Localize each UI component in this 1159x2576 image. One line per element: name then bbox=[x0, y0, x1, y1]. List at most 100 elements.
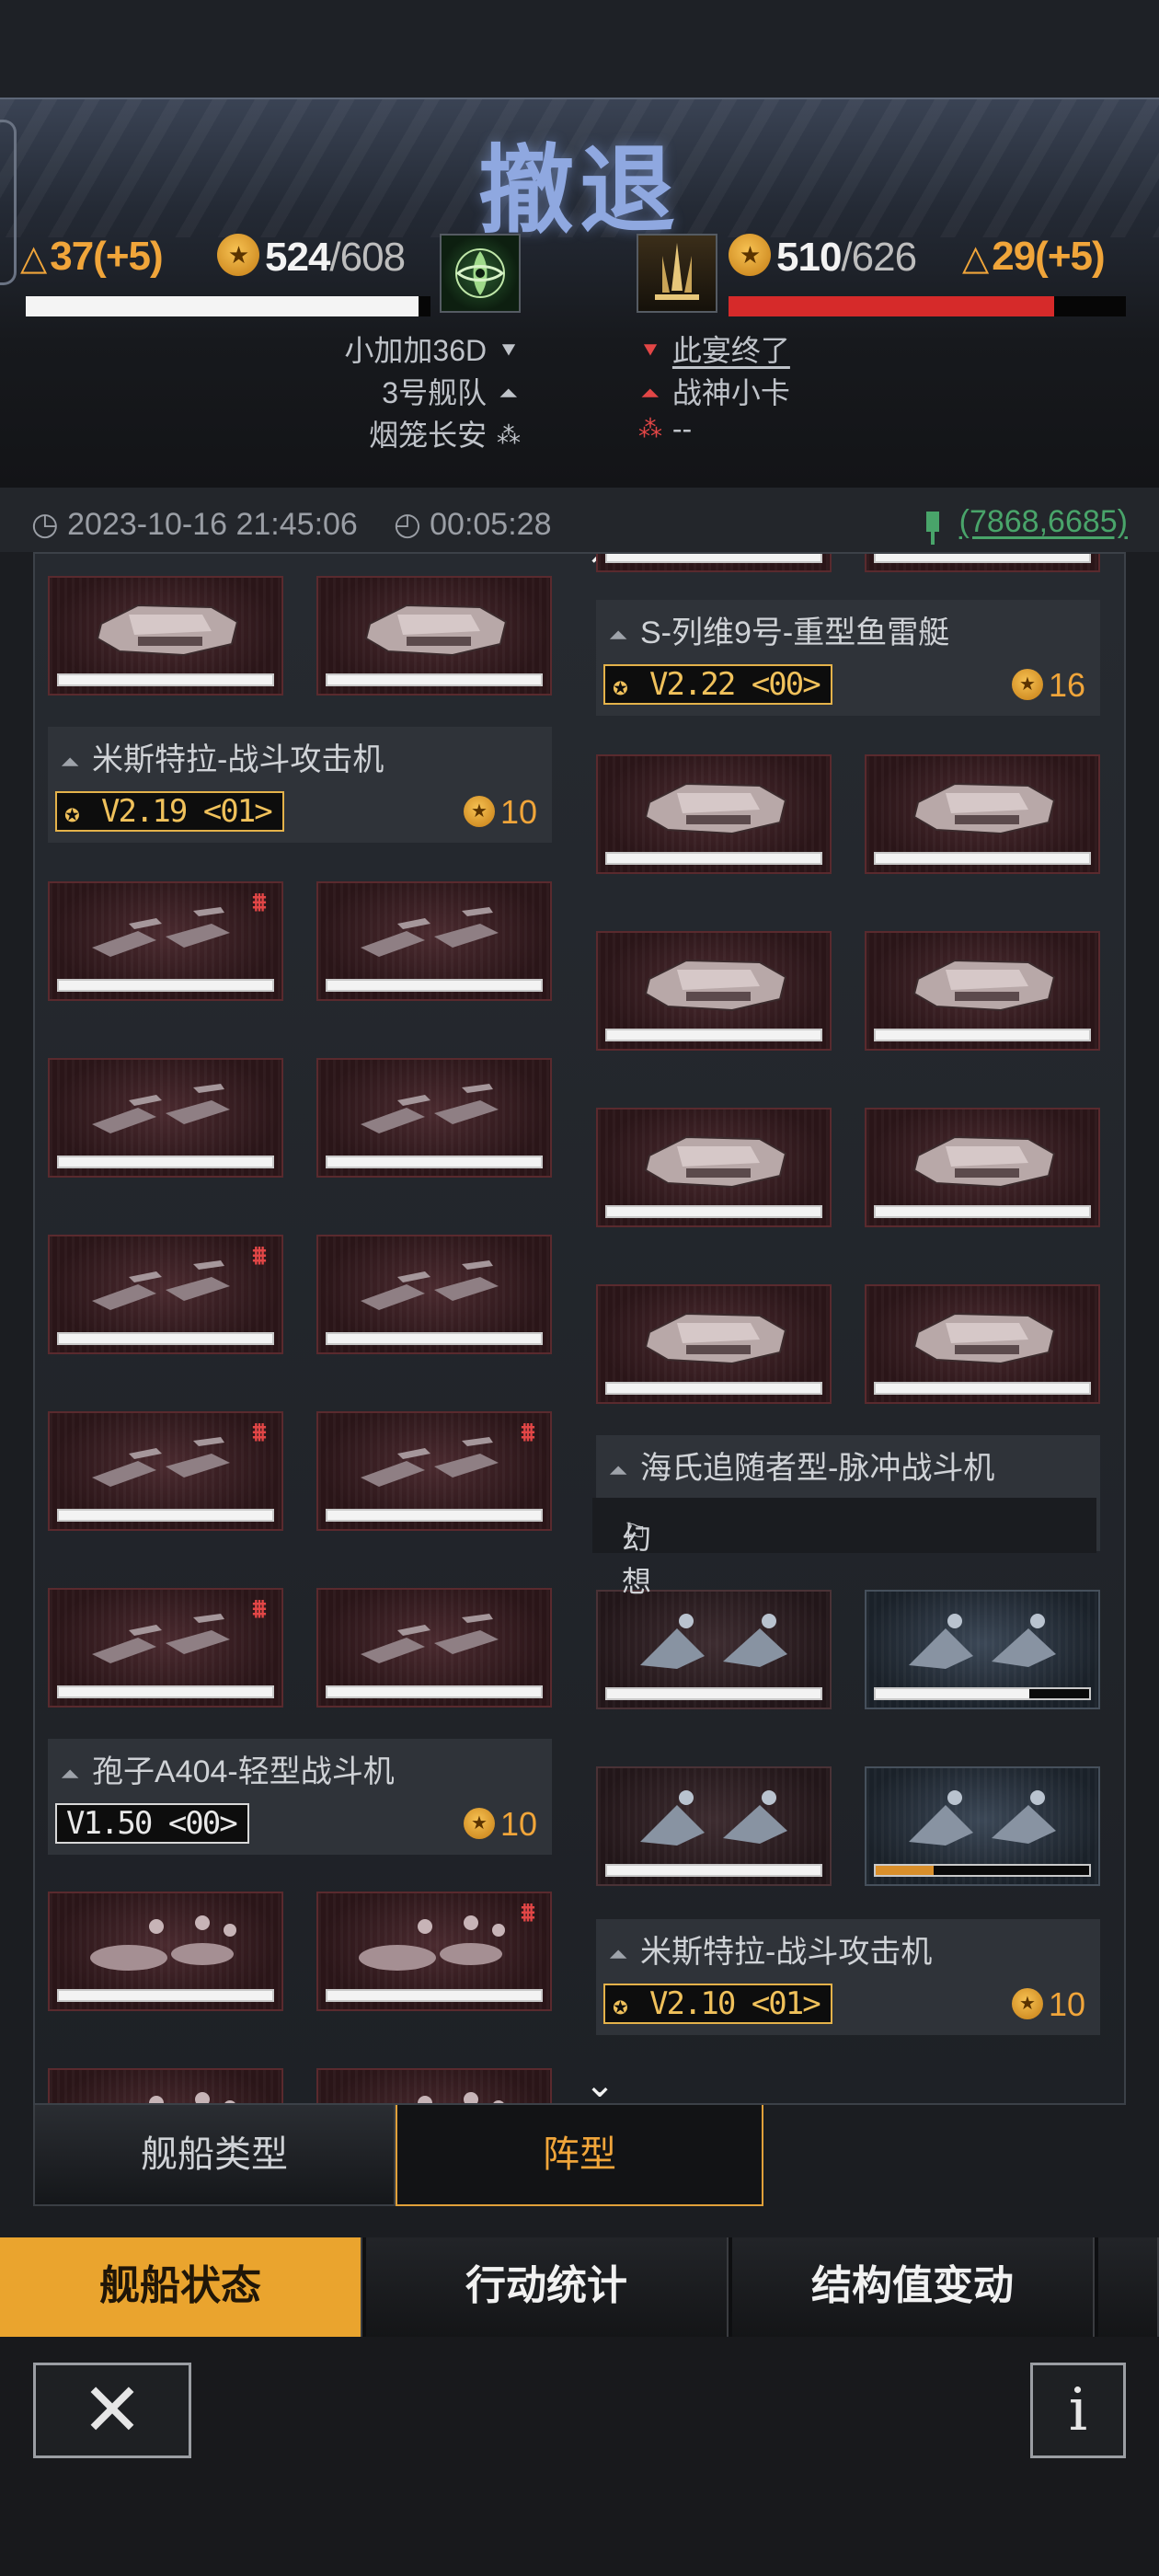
ship-card[interactable] bbox=[596, 1766, 832, 1886]
ship-card[interactable] bbox=[316, 1588, 552, 1708]
battle-coordinates[interactable]: (7868,6685) bbox=[925, 504, 1128, 545]
ship-count-value: 10 bbox=[499, 793, 537, 831]
left-player-1-name: 小加加36D bbox=[344, 334, 488, 367]
fleet-panel[interactable]: ⌃ ⌄ ⏶米斯特拉-战斗攻击机✪V2.19 <01>10⩩⩩⩩⩩⩩⏶孢子A404… bbox=[33, 552, 1126, 2105]
left-player-3[interactable]: 烟笼长安 ⁂ bbox=[369, 412, 522, 454]
ship-card[interactable] bbox=[865, 1284, 1100, 1404]
fleet-group-header[interactable]: ⏶ 米斯特拉-战斗攻击机 ✪ V2.19 <01> 10 bbox=[48, 727, 552, 843]
ship-hp-bar bbox=[605, 1205, 822, 1218]
fighter-ship-icon bbox=[361, 1084, 499, 1133]
status-bar-area bbox=[0, 0, 1159, 98]
ship-card[interactable] bbox=[865, 931, 1100, 1051]
ship-class-icon: ⏶ bbox=[61, 1760, 80, 1788]
fighter-ship-icon bbox=[92, 907, 230, 957]
ship-count-value: 16 bbox=[1048, 666, 1085, 704]
group-icon: ⁂ bbox=[638, 415, 662, 443]
ship-card[interactable] bbox=[316, 2068, 552, 2103]
tab-overflow[interactable] bbox=[1098, 2237, 1159, 2337]
ship-hp-fill bbox=[607, 554, 820, 561]
ship-card[interactable] bbox=[865, 1590, 1100, 1709]
ship-card[interactable]: ⩩ bbox=[48, 1588, 283, 1708]
tab-action-stats[interactable]: 行动统计 bbox=[366, 2237, 729, 2337]
ship-card[interactable] bbox=[865, 554, 1100, 572]
left-player-2[interactable]: 3号舰队 ⏶ bbox=[382, 370, 522, 412]
ship-card[interactable] bbox=[316, 576, 552, 696]
right-alliance-emblem[interactable] bbox=[637, 234, 717, 313]
ship-card[interactable] bbox=[596, 1284, 832, 1404]
clock-icon: ◷ bbox=[31, 507, 59, 542]
ship-version-badge: ✪ V2.10 <01> bbox=[603, 1984, 832, 2024]
right-player-3[interactable]: ⁂ -- bbox=[637, 412, 692, 446]
ship-hp-fill bbox=[607, 854, 820, 863]
tab-ship-status[interactable]: 舰船状态 bbox=[0, 2237, 362, 2337]
right-hp-bar bbox=[729, 296, 1126, 316]
info-button[interactable]: i bbox=[1030, 2363, 1126, 2458]
ship-card[interactable]: ⩩ bbox=[316, 1411, 552, 1531]
group-name: S-列维9号-重型鱼雷艇 bbox=[640, 615, 950, 650]
ship-version-badge: ✪ V2.22 <00> bbox=[603, 664, 832, 705]
footer: ✕ i bbox=[0, 2337, 1159, 2576]
ship-hp-bar bbox=[57, 979, 274, 992]
ship-hp-fill bbox=[876, 1866, 934, 1875]
version-text: V2.22 <00> bbox=[649, 666, 821, 703]
coords-value: (7868,6685) bbox=[958, 504, 1128, 539]
ship-card[interactable] bbox=[316, 1058, 552, 1178]
group-name: 米斯特拉-战斗攻击机 bbox=[92, 742, 384, 777]
ship-card[interactable] bbox=[48, 2068, 283, 2103]
pulse-ship-icon bbox=[909, 1790, 1056, 1846]
right-player-1[interactable]: ⯆ 此宴终了 bbox=[637, 328, 790, 370]
ship-card[interactable] bbox=[596, 1590, 832, 1709]
ship-card[interactable] bbox=[596, 931, 832, 1051]
tab-formation[interactable]: 阵型 bbox=[396, 2105, 763, 2206]
fighter-ship-icon bbox=[361, 1260, 499, 1310]
fighter-ship-icon bbox=[361, 1437, 499, 1487]
left-alliance-emblem[interactable] bbox=[440, 234, 521, 313]
ship-card[interactable] bbox=[865, 754, 1100, 874]
left-score: 524/608 bbox=[217, 234, 406, 281]
ship-card[interactable]: ⩩ bbox=[48, 1235, 283, 1354]
damaged-icon: ⩩ bbox=[252, 1418, 267, 1446]
ship-card[interactable] bbox=[865, 1108, 1100, 1227]
ship-card[interactable] bbox=[596, 554, 832, 572]
ship-card[interactable] bbox=[48, 1058, 283, 1178]
info-icon: i bbox=[1068, 2376, 1088, 2444]
ship-card[interactable]: ⩩ bbox=[48, 881, 283, 1001]
ship-hp-fill bbox=[59, 981, 272, 990]
ship-hp-bar bbox=[874, 852, 1091, 865]
ship-hp-fill bbox=[876, 854, 1089, 863]
ship-card[interactable] bbox=[596, 1108, 832, 1227]
down-chevron-icon: ⯆ bbox=[499, 337, 519, 364]
heavy-ship-icon bbox=[912, 1312, 1056, 1365]
ship-card[interactable] bbox=[316, 881, 552, 1001]
ship-card[interactable] bbox=[596, 754, 832, 874]
fleet-group-header[interactable]: ⏶ 米斯特拉-战斗攻击机 ✪ V2.10 <01> 10 bbox=[596, 1919, 1100, 2035]
ship-card[interactable]: ⩩ bbox=[316, 1892, 552, 2011]
ship-hp-bar bbox=[57, 1989, 274, 2002]
right-player-2[interactable]: ⏶ 战神小卡 bbox=[637, 370, 790, 412]
ship-hp-bar bbox=[326, 1509, 543, 1522]
tab-ship-type[interactable]: 舰船类型 bbox=[33, 2105, 396, 2206]
tab-structure-change[interactable]: 结构值变动 bbox=[732, 2237, 1095, 2337]
spore-ship-icon bbox=[359, 1915, 505, 1971]
ship-card[interactable]: ⩩ bbox=[48, 1411, 283, 1531]
right-player-3-name: -- bbox=[671, 412, 693, 445]
damaged-icon: ⩩ bbox=[252, 888, 267, 916]
ship-card[interactable] bbox=[48, 1892, 283, 2011]
fleet-group-header[interactable]: ⏶ 孢子A404-轻型战斗机 V1.50 <00> 10 bbox=[48, 1739, 552, 1855]
ship-card[interactable] bbox=[48, 576, 283, 696]
close-button[interactable]: ✕ bbox=[33, 2363, 191, 2458]
left-player-1[interactable]: 小加加36D ⯆ bbox=[344, 328, 522, 370]
rank-coin-icon bbox=[463, 796, 495, 827]
ship-hp-fill bbox=[607, 1866, 820, 1875]
fighter-ship-icon bbox=[361, 907, 499, 957]
spore-ship-icon bbox=[90, 1915, 236, 1971]
ship-hp-bar bbox=[874, 1687, 1091, 1700]
score-slash: / bbox=[841, 235, 852, 280]
battle-time-value: 2023-10-16 21:45:06 bbox=[67, 507, 358, 542]
scroll-down-icon[interactable]: ⌄ bbox=[581, 2066, 618, 2103]
ship-card[interactable] bbox=[865, 1766, 1100, 1886]
fleet-group-header[interactable]: ⏶ S-列维9号-重型鱼雷艇 ✪ V2.22 <00> 16 bbox=[596, 600, 1100, 716]
fleet-group-fantasy[interactable]: ⚐ 幻想 bbox=[592, 1498, 1096, 1598]
ship-card[interactable] bbox=[316, 1235, 552, 1354]
fighter-ship-icon bbox=[361, 1614, 499, 1663]
